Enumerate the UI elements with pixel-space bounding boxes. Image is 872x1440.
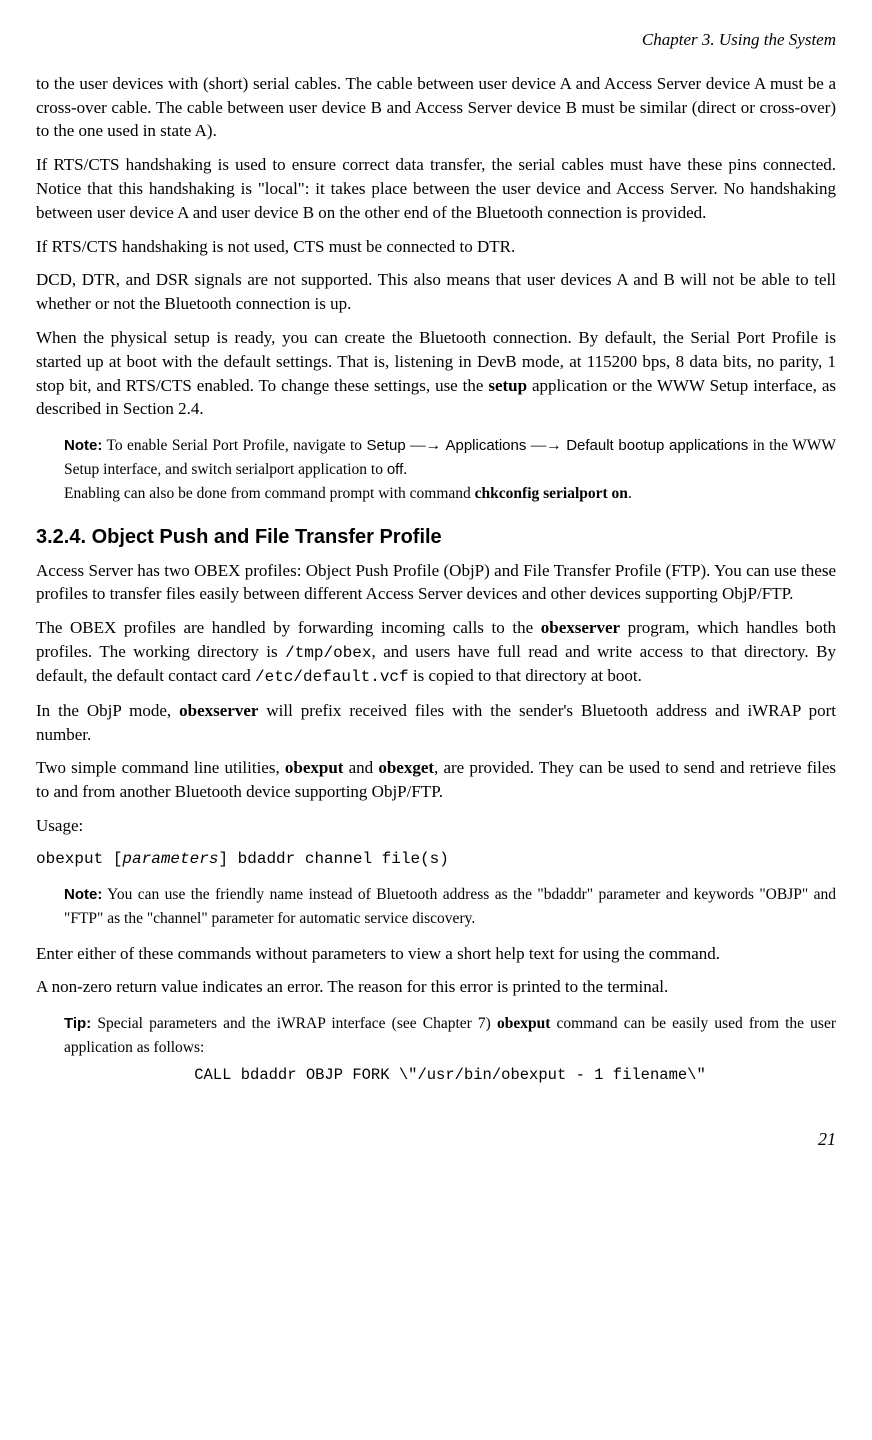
mono-text: ] bdaddr channel file(s) — [218, 850, 448, 868]
note-label: Note: — [64, 437, 102, 454]
nav-item: Default bootup applications — [566, 437, 748, 454]
nav-item: Setup — [366, 437, 405, 454]
text: In the ObjP mode, — [36, 701, 179, 720]
tip-block: Tip: Special parameters and the iWRAP in… — [64, 1011, 836, 1086]
text: . — [403, 461, 407, 478]
mono-text: /tmp/obex — [285, 644, 371, 662]
paragraph: Two simple command line utilities, obexp… — [36, 756, 836, 804]
usage-label: Usage: — [36, 814, 836, 838]
text: The OBEX profiles are handled by forward… — [36, 618, 541, 637]
note-block: Note: To enable Serial Port Profile, nav… — [64, 433, 836, 504]
mono-text: obexput [ — [36, 850, 122, 868]
note-text: To enable Serial Port Profile, navigate … — [102, 437, 366, 454]
page-number: 21 — [36, 1127, 836, 1152]
paragraph: A non-zero return value indicates an err… — [36, 975, 836, 999]
tip-label: Tip: — [64, 1015, 91, 1032]
mono-text: /etc/default.vcf — [255, 668, 409, 686]
bold-text: obexserver — [179, 701, 258, 720]
paragraph: The OBEX profiles are handled by forward… — [36, 616, 836, 689]
mono-italic-text: parameters — [122, 850, 218, 868]
code-line: CALL bdaddr OBJP FORK \"/usr/bin/obexput… — [64, 1065, 836, 1087]
arrow-icon: —→ — [406, 437, 446, 454]
paragraph: If RTS/CTS handshaking is used to ensure… — [36, 153, 836, 224]
tip-text: Special parameters and the iWRAP interfa… — [91, 1015, 497, 1032]
paragraph: In the ObjP mode, obexserver will prefix… — [36, 699, 836, 747]
paragraph: If RTS/CTS handshaking is not used, CTS … — [36, 235, 836, 259]
section-heading: 3.2.4. Object Push and File Transfer Pro… — [36, 523, 836, 551]
bold-text: setup — [488, 376, 527, 395]
text: Two simple command line utilities, — [36, 758, 285, 777]
bold-text: obexserver — [541, 618, 620, 637]
note-text: Enabling can also be done from command p… — [64, 485, 475, 502]
arrow-icon: —→ — [526, 437, 566, 454]
bold-text: chkconfig serialport on — [475, 485, 628, 502]
note-label: Note: — [64, 886, 102, 903]
bold-text: obexput — [497, 1015, 550, 1032]
text: off — [387, 461, 403, 478]
paragraph: When the physical setup is ready, you ca… — [36, 326, 836, 421]
chapter-header: Chapter 3. Using the System — [36, 28, 836, 52]
usage-command: obexput [parameters] bdaddr channel file… — [36, 848, 836, 870]
paragraph: Enter either of these commands without p… — [36, 942, 836, 966]
text: is copied to that directory at boot. — [409, 666, 642, 685]
text: and — [343, 758, 378, 777]
text: . — [628, 485, 632, 502]
paragraph: to the user devices with (short) serial … — [36, 72, 836, 143]
bold-text: obexput — [285, 758, 344, 777]
nav-item: Applications — [445, 437, 526, 454]
paragraph: DCD, DTR, and DSR signals are not suppor… — [36, 268, 836, 316]
note-text: You can use the friendly name instead of… — [64, 886, 836, 927]
bold-text: obexget — [378, 758, 434, 777]
paragraph: Access Server has two OBEX profiles: Obj… — [36, 559, 836, 607]
note-block: Note: You can use the friendly name inst… — [64, 882, 836, 930]
